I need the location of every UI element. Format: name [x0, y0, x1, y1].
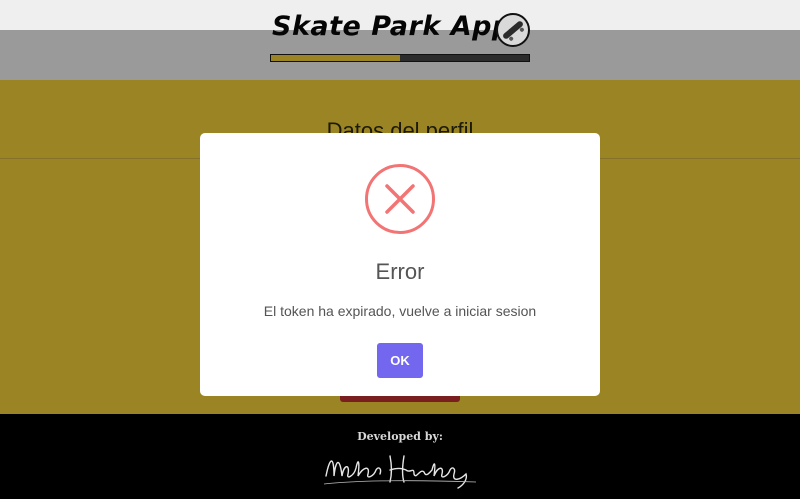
- ok-button[interactable]: OK: [377, 343, 423, 378]
- error-x-icon: [365, 164, 435, 234]
- dialog-title: Error: [375, 259, 425, 284]
- error-dialog: Error El token ha expirado, vuelve a ini…: [200, 133, 600, 396]
- dialog-message: El token ha expirado, vuelve a iniciar s…: [263, 303, 537, 319]
- error-x-icon-svg: [385, 184, 415, 214]
